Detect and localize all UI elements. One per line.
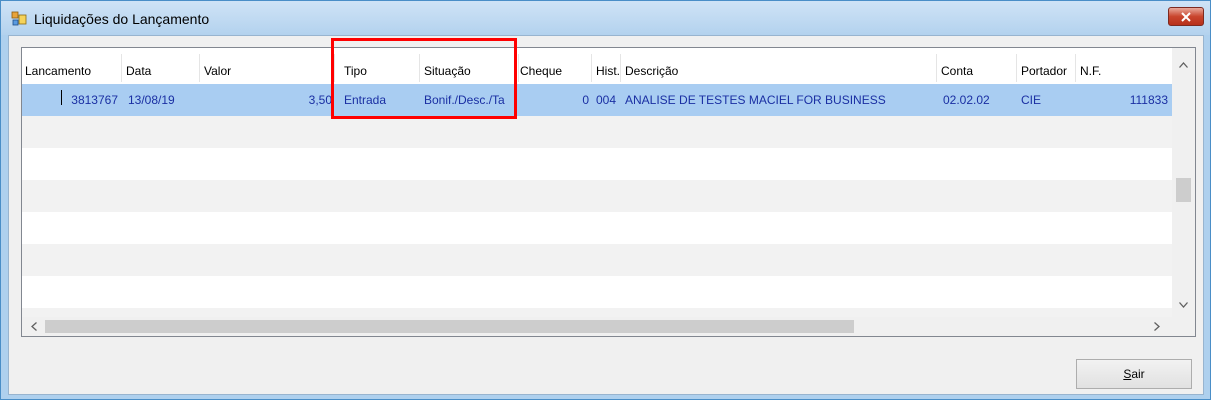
column-header-valor[interactable]: Valor xyxy=(204,64,231,78)
column-header-hist[interactable]: Hist. xyxy=(596,64,620,78)
cell-portador: CIE xyxy=(1021,93,1042,107)
column-header-data[interactable]: Data xyxy=(126,64,151,78)
column-separator xyxy=(518,54,519,82)
cell-hist: 004 xyxy=(596,93,617,107)
liquidacoes-grid[interactable]: Lancamento Data Valor Tipo Situação Cheq… xyxy=(21,47,1196,337)
dialog-client-area: Lancamento Data Valor Tipo Situação Cheq… xyxy=(8,35,1204,395)
column-separator xyxy=(620,54,621,82)
close-icon xyxy=(1181,11,1191,22)
table-row-empty[interactable] xyxy=(22,116,1172,148)
column-header-tipo[interactable]: Tipo xyxy=(344,64,367,78)
column-separator xyxy=(419,54,420,82)
cell-cheque: 0 xyxy=(582,93,589,107)
scroll-left-arrow-icon[interactable] xyxy=(27,320,40,333)
table-row-empty[interactable] xyxy=(22,212,1172,244)
column-separator xyxy=(199,54,200,82)
cell-tipo: Entrada xyxy=(344,93,387,107)
column-header-lancamento[interactable]: Lancamento xyxy=(25,64,91,78)
table-row-empty[interactable] xyxy=(22,308,1172,317)
scrollbar-corner xyxy=(1172,317,1195,336)
table-row[interactable]: 3813767 13/08/19 3,50 Entrada Bonif./Des… xyxy=(22,84,1172,116)
table-row-empty[interactable] xyxy=(22,148,1172,180)
sair-button[interactable]: Sair xyxy=(1076,359,1192,389)
column-header-conta[interactable]: Conta xyxy=(941,64,973,78)
cell-nf: 111833 xyxy=(1129,93,1168,107)
dialog-window: Liquidações do Lançamento Lancamento Dat… xyxy=(0,0,1211,400)
table-row-empty[interactable] xyxy=(22,244,1172,276)
app-icon xyxy=(11,11,27,27)
scroll-up-arrow-icon[interactable] xyxy=(1177,58,1190,71)
cell-conta: 02.02.02 xyxy=(943,93,990,107)
sair-button-label: Sair xyxy=(1123,367,1145,381)
column-header-cheque[interactable]: Cheque xyxy=(520,64,562,78)
table-row-empty[interactable] xyxy=(22,180,1172,212)
column-separator xyxy=(121,54,122,82)
column-separator xyxy=(1075,54,1076,82)
column-separator xyxy=(591,54,592,82)
scroll-right-arrow-icon[interactable] xyxy=(1150,320,1163,333)
table-row-empty[interactable] xyxy=(22,276,1172,308)
column-header-descricao[interactable]: Descrição xyxy=(625,64,678,78)
title-bar[interactable]: Liquidações do Lançamento xyxy=(1,1,1210,35)
cell-descricao: ANALISE DE TESTES MACIEL FOR BUSINESS xyxy=(625,93,886,107)
close-button[interactable] xyxy=(1168,7,1204,26)
cell-situacao: Bonif./Desc./Ta xyxy=(424,93,505,107)
window-title: Liquidações do Lançamento xyxy=(34,11,210,27)
column-header-nf[interactable]: N.F. xyxy=(1080,64,1101,78)
horizontal-scrollbar[interactable] xyxy=(22,317,1172,336)
column-header-portador[interactable]: Portador xyxy=(1021,64,1067,78)
cell-valor: 3,50 xyxy=(308,93,332,107)
scroll-down-arrow-icon[interactable] xyxy=(1177,298,1190,311)
cell-lancamento: 3813767 xyxy=(71,93,118,107)
column-separator xyxy=(334,54,335,82)
horizontal-scroll-thumb[interactable] xyxy=(45,320,854,333)
column-separator xyxy=(1016,54,1017,82)
vertical-scroll-thumb[interactable] xyxy=(1176,178,1191,202)
cell-data: 13/08/19 xyxy=(128,93,175,107)
column-separator xyxy=(936,54,937,82)
grid-header: Lancamento Data Valor Tipo Situação Cheq… xyxy=(22,48,1172,82)
column-header-situacao[interactable]: Situação xyxy=(424,64,471,78)
vertical-scrollbar[interactable] xyxy=(1172,48,1195,317)
